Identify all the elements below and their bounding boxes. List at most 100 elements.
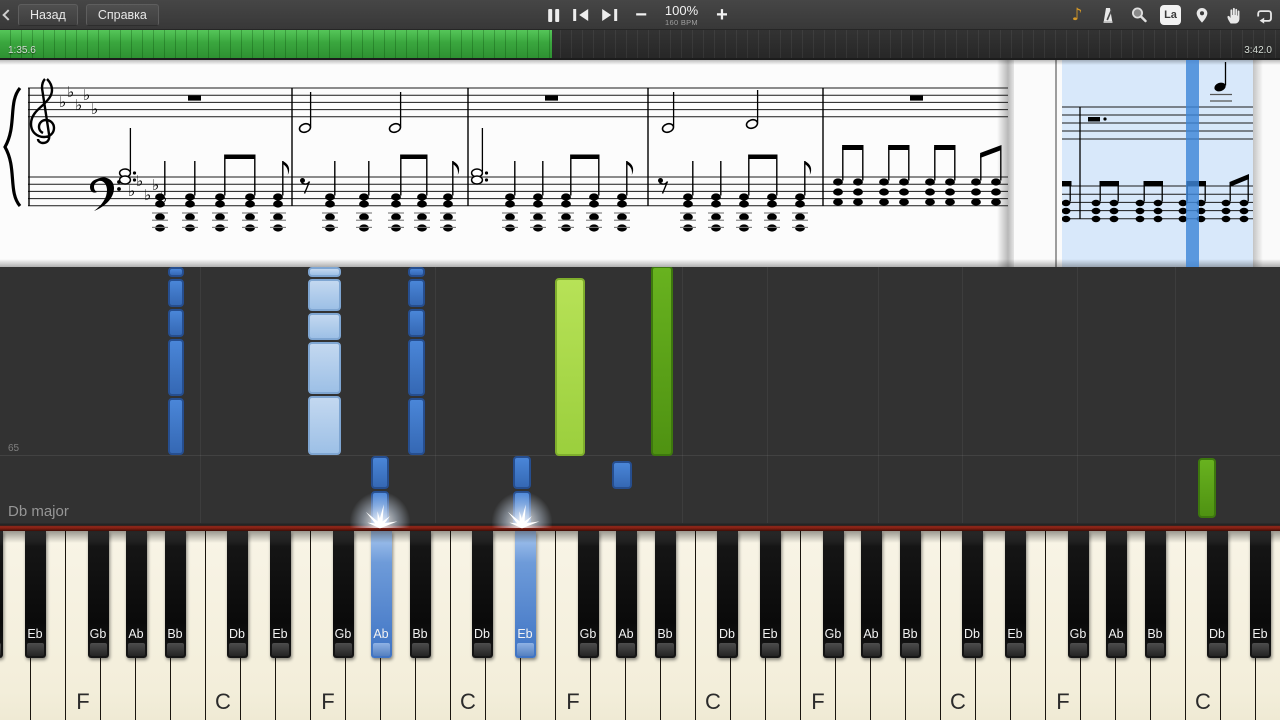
falling-note — [408, 279, 425, 307]
search-button[interactable] — [1129, 4, 1149, 26]
black-key-Eb[interactable]: Eb — [1249, 531, 1271, 658]
black-key-Gb[interactable]: Gb — [822, 531, 844, 658]
falling-note — [168, 339, 184, 396]
black-key-Bb[interactable]: Bb — [409, 531, 431, 658]
black-key-label: Db — [964, 627, 980, 641]
back-chevron-icon[interactable] — [2, 9, 14, 21]
falling-note — [1198, 458, 1216, 518]
black-key-label: Ab — [373, 627, 389, 641]
white-key-label: F — [76, 689, 90, 714]
pan-button[interactable] — [1223, 4, 1243, 26]
speed-display[interactable]: 100% 160 BPM — [665, 4, 698, 27]
speed-percent: 100% — [664, 2, 699, 18]
black-key-label: Gb — [89, 627, 107, 641]
pause-button[interactable] — [548, 8, 560, 22]
white-key-label: C — [705, 689, 721, 714]
tempo-bpm: 160 BPM — [665, 17, 698, 27]
falling-note — [408, 267, 425, 277]
skip-to-end-button[interactable] — [602, 9, 618, 21]
speed-decrease-button[interactable]: − — [631, 5, 651, 25]
black-key-Gb[interactable]: Gb — [87, 531, 109, 658]
black-key-foot — [1251, 643, 1269, 656]
black-key-Eb[interactable]: Eb — [269, 531, 291, 658]
search-icon — [1132, 7, 1147, 23]
falling-note — [371, 456, 389, 489]
black-key-label: Db — [0, 627, 3, 641]
black-key-Bb[interactable]: Bb — [1144, 531, 1166, 658]
back-button[interactable]: Назад — [18, 4, 78, 26]
svg-text:♭: ♭ — [144, 186, 151, 204]
black-key-Ab[interactable]: Ab — [370, 531, 392, 658]
black-key-label: Eb — [272, 627, 288, 641]
black-key-Gb[interactable]: Gb — [332, 531, 354, 658]
sheet-music-notation: ♭♭♭ ♭♭ ♭♭♭ ♭♭ — [3, 62, 1253, 233]
white-key-label: F — [321, 689, 335, 714]
falling-note — [555, 278, 585, 456]
falling-note — [308, 279, 341, 311]
black-key-Bb[interactable]: Bb — [654, 531, 676, 658]
black-key-label: Eb — [1007, 627, 1023, 641]
black-key-foot — [963, 643, 981, 656]
black-key-Gb[interactable]: Gb — [577, 531, 599, 658]
music-note-icon: ♪ — [1071, 5, 1083, 25]
black-key-Ab[interactable]: Ab — [1105, 531, 1127, 658]
progress-bar[interactable]: 1:35.6 3:42.0 — [0, 30, 1280, 60]
black-key-foot — [473, 643, 491, 656]
falling-note — [168, 267, 184, 277]
speed-increase-button[interactable]: + — [712, 5, 732, 25]
white-key-label: C — [1195, 689, 1211, 714]
black-key-label: Ab — [863, 627, 879, 641]
key-signature-label: Db major — [8, 503, 69, 520]
black-key-Eb[interactable]: Eb — [1004, 531, 1026, 658]
black-key-foot — [26, 643, 44, 656]
black-key-Eb[interactable]: Eb — [759, 531, 781, 658]
svg-text:♭: ♭ — [67, 83, 74, 101]
pause-icon — [555, 8, 560, 22]
black-key-label: Gb — [334, 627, 352, 641]
loop-button[interactable] — [1254, 4, 1274, 26]
black-key-Ab[interactable]: Ab — [860, 531, 882, 658]
sheet-music-area: ♭♭♭ ♭♭ ♭♭♭ ♭♭ — [0, 57, 1280, 267]
playhead-cursor[interactable] — [1186, 57, 1199, 267]
black-key-label: Ab — [618, 627, 634, 641]
black-key-Ab[interactable]: Ab — [125, 531, 147, 658]
black-key-label: Ab — [1108, 627, 1124, 641]
black-key-foot — [579, 643, 597, 656]
music-note-button[interactable]: ♪ — [1067, 4, 1087, 26]
black-key-Db[interactable]: Db — [716, 531, 738, 658]
black-key-Bb[interactable]: Bb — [164, 531, 186, 658]
note-names-button[interactable]: La — [1160, 5, 1181, 25]
black-key-Bb[interactable]: Bb — [899, 531, 921, 658]
help-button[interactable]: Справка — [85, 4, 159, 26]
black-key-Db[interactable]: Db — [0, 531, 3, 658]
black-key-foot — [824, 643, 842, 656]
skip-end-icon — [602, 9, 612, 21]
total-time: 3:42.0 — [1244, 45, 1272, 56]
black-key-foot — [372, 643, 390, 656]
measure-grid-line — [1175, 267, 1176, 523]
black-key-foot — [411, 643, 429, 656]
black-key-Db[interactable]: Db — [471, 531, 493, 658]
bookmark-button[interactable] — [1192, 4, 1212, 26]
measure-grid-line — [962, 267, 963, 523]
black-key-Db[interactable]: Db — [1206, 531, 1228, 658]
black-key-foot — [166, 643, 184, 656]
black-key-Gb[interactable]: Gb — [1067, 531, 1089, 658]
falling-note — [408, 398, 425, 455]
svg-text:♭: ♭ — [152, 176, 159, 194]
black-key-Eb[interactable]: Eb — [514, 531, 536, 658]
black-key-foot — [516, 643, 534, 656]
measure-grid-line — [878, 267, 879, 523]
metronome-button[interactable] — [1098, 4, 1118, 26]
black-key-Ab[interactable]: Ab — [615, 531, 637, 658]
black-key-Db[interactable]: Db — [226, 531, 248, 658]
black-key-label: Bb — [1147, 627, 1163, 641]
white-key-label: F — [811, 689, 825, 714]
skip-to-start-button[interactable] — [573, 9, 589, 21]
black-key-foot — [228, 643, 246, 656]
black-key-Db[interactable]: Db — [961, 531, 983, 658]
white-key-label: C — [460, 689, 476, 714]
metronome-icon — [1103, 7, 1113, 23]
falling-note — [408, 309, 425, 337]
black-key-Eb[interactable]: Eb — [24, 531, 46, 658]
